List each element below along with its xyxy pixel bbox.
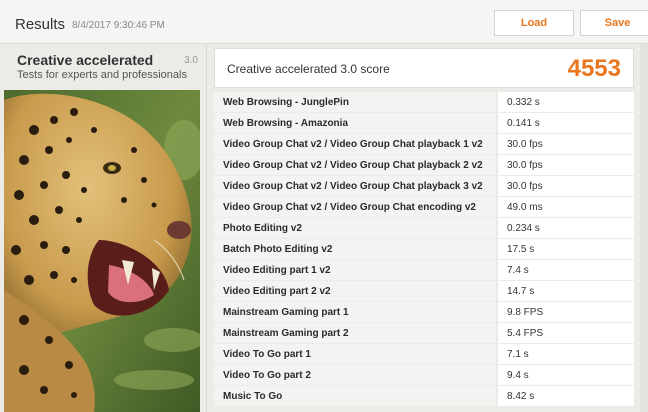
result-value: 30.0 fps bbox=[498, 155, 634, 175]
table-row: Photo Editing v2 0.234 s bbox=[214, 218, 634, 239]
result-name: Music To Go bbox=[214, 386, 498, 406]
result-timestamp: 8/4/2017 9:30:46 PM bbox=[72, 20, 165, 31]
results-header: Results 8/4/2017 9:30:46 PM Load Save bbox=[0, 0, 648, 44]
result-value: 30.0 fps bbox=[498, 134, 634, 154]
table-row: Video Group Chat v2 / Video Group Chat p… bbox=[214, 176, 634, 197]
load-button[interactable]: Load bbox=[494, 10, 574, 36]
result-value: 7.1 s bbox=[498, 344, 634, 364]
table-row: Video Editing part 2 v2 14.7 s bbox=[214, 281, 634, 302]
result-value: 17.5 s bbox=[498, 239, 634, 259]
table-row: Mainstream Gaming part 1 9.8 FPS bbox=[214, 302, 634, 323]
result-name: Video Group Chat v2 / Video Group Chat e… bbox=[214, 197, 498, 217]
result-name: Batch Photo Editing v2 bbox=[214, 239, 498, 259]
table-row: Video Group Chat v2 / Video Group Chat e… bbox=[214, 197, 634, 218]
result-name: Video Group Chat v2 / Video Group Chat p… bbox=[214, 134, 498, 154]
test-info-panel: Creative accelerated 3.0 Tests for exper… bbox=[4, 44, 200, 412]
table-row: Video Group Chat v2 / Video Group Chat p… bbox=[214, 134, 634, 155]
result-value: 9.8 FPS bbox=[498, 302, 634, 322]
result-value: 14.7 s bbox=[498, 281, 634, 301]
table-row: Video To Go part 2 9.4 s bbox=[214, 365, 634, 386]
results-table: Web Browsing - JunglePin 0.332 s Web Brow… bbox=[214, 92, 634, 407]
table-row: Video Group Chat v2 / Video Group Chat p… bbox=[214, 155, 634, 176]
result-name: Video Editing part 1 v2 bbox=[214, 260, 498, 280]
result-name: Mainstream Gaming part 2 bbox=[214, 323, 498, 343]
result-name: Video Group Chat v2 / Video Group Chat p… bbox=[214, 176, 498, 196]
page-title: Results bbox=[15, 16, 66, 33]
save-button[interactable]: Save bbox=[580, 10, 648, 36]
table-row: Batch Photo Editing v2 17.5 s bbox=[214, 239, 634, 260]
score-value: 4553 bbox=[567, 55, 621, 82]
result-value: 49.0 ms bbox=[498, 197, 634, 217]
scrollbar[interactable] bbox=[640, 44, 648, 412]
test-version: 3.0 bbox=[184, 55, 198, 66]
table-row: Music To Go 8.42 s bbox=[214, 386, 634, 407]
table-row: Web Browsing - Amazonia 0.141 s bbox=[214, 113, 634, 134]
table-row: Video Editing part 1 v2 7.4 s bbox=[214, 260, 634, 281]
result-value: 8.42 s bbox=[498, 386, 634, 406]
leopard-photo-icon bbox=[4, 90, 200, 412]
score-label: Creative accelerated 3.0 score bbox=[227, 62, 390, 76]
panel-divider bbox=[206, 44, 207, 412]
result-value: 5.4 FPS bbox=[498, 323, 634, 343]
result-name: Video Group Chat v2 / Video Group Chat p… bbox=[214, 155, 498, 175]
result-name: Mainstream Gaming part 1 bbox=[214, 302, 498, 322]
result-name: Video To Go part 2 bbox=[214, 365, 498, 385]
result-value: 0.332 s bbox=[498, 92, 634, 112]
table-row: Mainstream Gaming part 2 5.4 FPS bbox=[214, 323, 634, 344]
result-value: 7.4 s bbox=[498, 260, 634, 280]
result-name: Photo Editing v2 bbox=[214, 218, 498, 238]
result-value: 9.4 s bbox=[498, 365, 634, 385]
result-value: 30.0 fps bbox=[498, 176, 634, 196]
test-name: Creative accelerated bbox=[17, 52, 154, 68]
score-box: Creative accelerated 3.0 score 4553 bbox=[214, 48, 634, 88]
result-value: 0.234 s bbox=[498, 218, 634, 238]
result-name: Web Browsing - Amazonia bbox=[214, 113, 498, 133]
test-description: Tests for experts and professionals bbox=[17, 69, 187, 81]
result-name: Video Editing part 2 v2 bbox=[214, 281, 498, 301]
result-name: Web Browsing - JunglePin bbox=[214, 92, 498, 112]
table-row: Web Browsing - JunglePin 0.332 s bbox=[214, 92, 634, 113]
result-name: Video To Go part 1 bbox=[214, 344, 498, 364]
result-value: 0.141 s bbox=[498, 113, 634, 133]
table-row: Video To Go part 1 7.1 s bbox=[214, 344, 634, 365]
